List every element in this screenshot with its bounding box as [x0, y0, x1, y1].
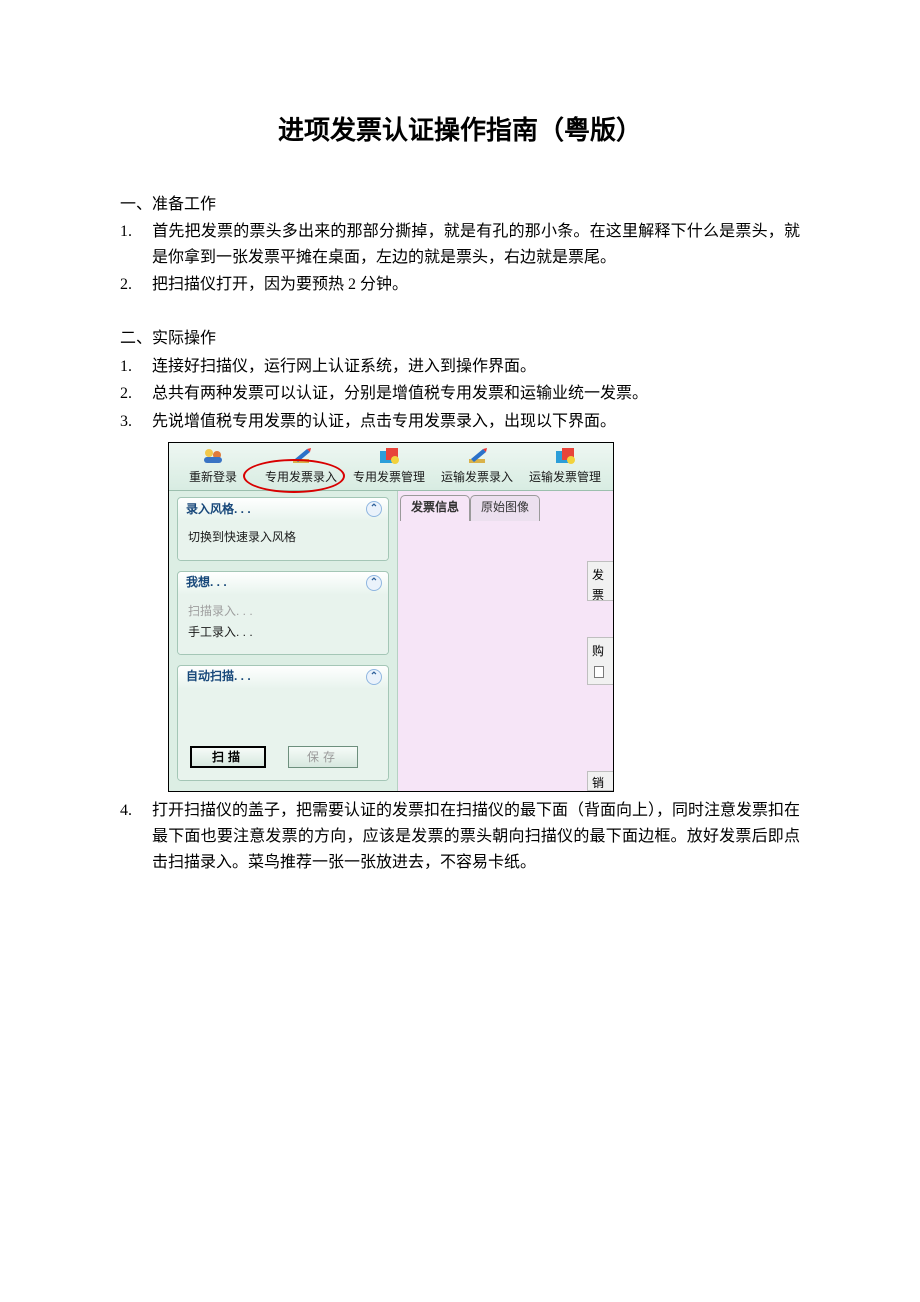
section-2-list-top: 1.连接好扫描仪，运行网上认证系统，进入到操作界面。 2.总共有两种发票可以认证…: [120, 354, 800, 435]
auto-scan-panel: 自动扫描. . . ⌃ 扫描 保存: [177, 665, 389, 781]
pen-icon: [289, 445, 313, 467]
list-item-text: 连接好扫描仪，运行网上认证系统，进入到操作界面。: [152, 358, 536, 375]
panel-header[interactable]: 自动扫描. . . ⌃: [178, 666, 388, 688]
list-item: 1.连接好扫描仪，运行网上认证系统，进入到操作界面。: [120, 354, 800, 380]
form-label-fragment: 购: [592, 642, 604, 661]
panel-header[interactable]: 录入风格. . . ⌃: [178, 498, 388, 520]
content-area: 发票信息 原始图像 发票 购 销: [397, 491, 613, 791]
i-want-panel: 我想. . . ⌃ 扫描录入. . . 手工录入. . .: [177, 571, 389, 655]
relogin-button[interactable]: 重新登录: [169, 443, 257, 490]
transport-invoice-entry-button[interactable]: 运输发票录入: [433, 443, 521, 490]
collapse-icon[interactable]: ⌃: [366, 501, 382, 517]
list-item: 3.先说增值税专用发票的认证，点击专用发票录入，出现以下界面。: [120, 409, 800, 435]
app-screenshot: 重新登录 专用发票录入 专用发票管理 运输发票录入 运输发票管理 录入风格. .…: [168, 442, 614, 792]
section-1-list: 1.首先把发票的票头多出来的那部分撕掉，就是有孔的那小条。在这里解释下什么是票头…: [120, 219, 800, 298]
panel-body: 扫描录入. . . 手工录入. . .: [178, 594, 388, 654]
toolbar-label: 重新登录: [189, 470, 237, 484]
manage-icon: [553, 445, 577, 467]
form-label-fragment: 销: [592, 774, 604, 791]
manage-icon: [377, 445, 401, 467]
section-2-heading: 二、实际操作: [120, 326, 800, 352]
tab-invoice-info[interactable]: 发票信息: [400, 495, 470, 520]
panel-body: 扫描 保存: [178, 688, 388, 780]
left-sidebar: 录入风格. . . ⌃ 切换到快速录入风格 我想. . . ⌃ 扫描录入. . …: [169, 491, 397, 791]
toolbar-label: 运输发票录入: [441, 470, 513, 484]
toolbar-label: 运输发票管理: [529, 470, 601, 484]
list-item: 4.打开扫描仪的盖子，把需要认证的发票扣在扫描仪的最下面（背面向上），同时注意发…: [120, 798, 800, 875]
transport-invoice-manage-button[interactable]: 运输发票管理: [521, 443, 609, 490]
panel-title: 录入风格. . .: [186, 500, 251, 519]
switch-to-fast-entry-item[interactable]: 切换到快速录入风格: [188, 528, 378, 547]
save-button[interactable]: 保存: [288, 746, 358, 768]
manual-entry-item[interactable]: 手工录入. . .: [188, 623, 378, 642]
toolbar-label: 专用发票录入: [265, 470, 337, 484]
panel-title: 自动扫描. . .: [186, 667, 251, 686]
panel-body: 切换到快速录入风格: [178, 520, 388, 559]
form-section-invoice: 发票: [587, 561, 613, 601]
form-label-fragment: 发票: [592, 566, 611, 601]
page-title: 进项发票认证操作指南（粤版）: [120, 110, 800, 152]
list-item-text: 先说增值税专用发票的认证，点击专用发票录入，出现以下界面。: [152, 413, 616, 430]
toolbar-label: 专用发票管理: [353, 470, 425, 484]
pen-icon: [465, 445, 489, 467]
list-item: 2.把扫描仪打开，因为要预热 2 分钟。: [120, 272, 800, 298]
app-body: 录入风格. . . ⌃ 切换到快速录入风格 我想. . . ⌃ 扫描录入. . …: [169, 491, 613, 791]
panel-header[interactable]: 我想. . . ⌃: [178, 572, 388, 594]
people-icon: [201, 445, 225, 467]
special-invoice-entry-button[interactable]: 专用发票录入: [257, 443, 345, 490]
special-invoice-manage-button[interactable]: 专用发票管理: [345, 443, 433, 490]
form-section-buyer: 购: [587, 637, 613, 685]
scan-button[interactable]: 扫描: [190, 746, 266, 768]
tab-original-image[interactable]: 原始图像: [470, 495, 540, 520]
list-item: 1.首先把发票的票头多出来的那部分撕掉，就是有孔的那小条。在这里解释下什么是票头…: [120, 219, 800, 270]
tab-bar: 发票信息 原始图像: [400, 495, 613, 520]
list-item-text: 总共有两种发票可以认证，分别是增值税专用发票和运输业统一发票。: [152, 385, 648, 402]
section-2-list-bottom: 4.打开扫描仪的盖子，把需要认证的发票扣在扫描仪的最下面（背面向上），同时注意发…: [120, 798, 800, 875]
section-1-heading: 一、准备工作: [120, 192, 800, 218]
toolbar: 重新登录 专用发票录入 专用发票管理 运输发票录入 运输发票管理: [169, 443, 613, 491]
input-field-fragment[interactable]: [594, 666, 604, 678]
list-item-text: 把扫描仪打开，因为要预热 2 分钟。: [152, 276, 408, 293]
entry-style-panel: 录入风格. . . ⌃ 切换到快速录入风格: [177, 497, 389, 560]
collapse-icon[interactable]: ⌃: [366, 669, 382, 685]
panel-title: 我想. . .: [186, 573, 227, 592]
list-item-text: 首先把发票的票头多出来的那部分撕掉，就是有孔的那小条。在这里解释下什么是票头，就…: [152, 223, 800, 266]
form-section-seller: 销: [587, 771, 613, 791]
list-item: 2.总共有两种发票可以认证，分别是增值税专用发票和运输业统一发票。: [120, 381, 800, 407]
scan-entry-item: 扫描录入. . .: [188, 602, 378, 621]
list-item-text: 打开扫描仪的盖子，把需要认证的发票扣在扫描仪的最下面（背面向上），同时注意发票扣…: [152, 802, 800, 870]
collapse-icon[interactable]: ⌃: [366, 575, 382, 591]
